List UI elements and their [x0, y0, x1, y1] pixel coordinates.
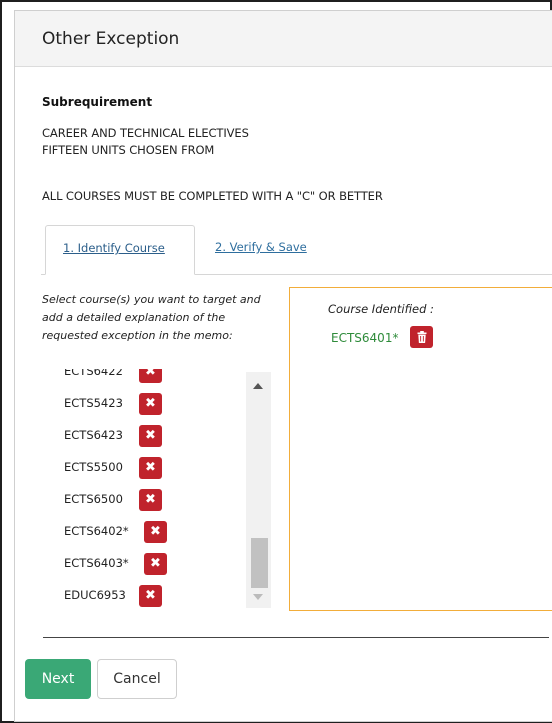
close-icon: ✖: [145, 588, 156, 603]
close-icon: ✖: [150, 556, 161, 571]
close-icon: ✖: [150, 524, 161, 539]
next-button[interactable]: Next: [25, 659, 91, 699]
chevron-down-icon[interactable]: [253, 594, 263, 600]
cancel-button[interactable]: Cancel: [97, 659, 177, 699]
remove-course-button[interactable]: ✖: [139, 585, 162, 607]
course-identified-title: Course Identified :: [328, 302, 434, 316]
close-icon: ✖: [145, 396, 156, 411]
exception-dialog: Other Exception Subrequirement CAREER AN…: [14, 10, 552, 722]
course-code: ECTS5423: [64, 396, 123, 410]
close-icon: ✖: [145, 460, 156, 475]
remove-course-button[interactable]: ✖: [144, 553, 167, 575]
close-icon: ✖: [145, 369, 156, 379]
subrequirement-line: ALL COURSES MUST BE COMPLETED WITH A "C"…: [42, 189, 383, 203]
course-identified-panel: Course Identified : ECTS6401*: [289, 287, 552, 611]
course-code: ECTS6403*: [64, 556, 129, 570]
remove-identified-course-button[interactable]: [410, 326, 433, 348]
course-code: ECTS6423: [64, 428, 123, 442]
instructions-text: Select course(s) you want to target and …: [42, 293, 261, 342]
trash-icon: [417, 331, 426, 343]
tab-identify-course[interactable]: 1. Identify Course: [45, 225, 195, 275]
remove-course-button[interactable]: ✖: [139, 425, 162, 447]
tab-verify-save[interactable]: 2. Verify & Save: [215, 240, 307, 254]
course-list-scrollbar[interactable]: [246, 372, 271, 608]
remove-course-button[interactable]: ✖: [139, 489, 162, 511]
dialog-header: Other Exception: [15, 11, 552, 67]
close-icon: ✖: [145, 492, 156, 507]
course-code: ECTS6402*: [64, 524, 129, 538]
course-list[interactable]: ECTS6422 ✖ ECTS5423 ✖ ECTS6423 ✖ ECTS550…: [39, 369, 273, 609]
remove-course-button[interactable]: ✖: [139, 369, 162, 383]
remove-course-button[interactable]: ✖: [139, 393, 162, 415]
identified-course-code: ECTS6401*: [331, 331, 399, 345]
tab-label[interactable]: 1. Identify Course: [63, 241, 165, 255]
course-code: EDUC6953: [64, 588, 126, 602]
dialog-title: Other Exception: [42, 29, 180, 49]
chevron-up-icon[interactable]: [253, 383, 263, 389]
remove-course-button[interactable]: ✖: [139, 457, 162, 479]
scrollbar-thumb[interactable]: [251, 538, 268, 588]
subrequirement-line: FIFTEEN UNITS CHOSEN FROM: [42, 143, 215, 157]
close-icon: ✖: [145, 428, 156, 443]
screenshot-frame: Other Exception Subrequirement CAREER AN…: [0, 0, 552, 723]
footer-divider: [43, 637, 549, 638]
remove-course-button[interactable]: ✖: [144, 521, 167, 543]
subrequirement-line: CAREER AND TECHNICAL ELECTIVES: [42, 126, 249, 140]
course-code: ECTS6500: [64, 492, 123, 506]
course-code: ECTS5500: [64, 460, 123, 474]
subrequirement-heading: Subrequirement: [42, 95, 153, 109]
course-code: ECTS6422: [64, 369, 123, 378]
